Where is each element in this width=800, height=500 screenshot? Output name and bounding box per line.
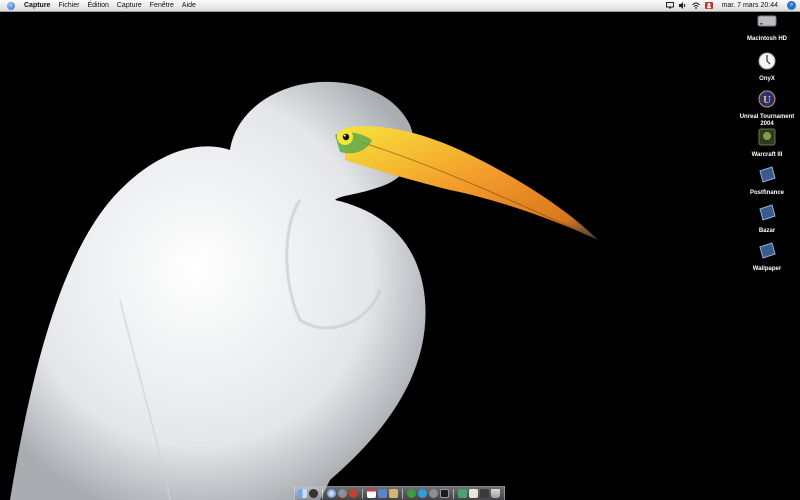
desktop-icon-label: OnyX [759,76,775,82]
unreal-tournament-icon: U [758,90,776,108]
ichat-icon[interactable] [407,489,416,498]
svg-text:U: U [763,94,771,106]
finder-icon[interactable] [298,489,307,498]
airport-icon[interactable] [691,2,700,9]
safari-icon[interactable] [327,489,336,498]
terminal-icon[interactable] [440,489,449,498]
dock-separator [322,488,323,499]
hard-disk-icon [757,15,777,27]
document-icon [759,204,776,221]
activity-monitor-icon[interactable] [480,489,489,498]
display-icon[interactable] [665,2,674,9]
mail-icon[interactable] [349,489,358,498]
dock-separator [453,488,454,499]
menu-bar: Capture Fichier Édition Capture Fenêtre … [0,0,800,12]
dock [294,486,505,500]
desktop-icon-label: Bazar [758,228,776,234]
menu-app-capture[interactable]: Capture [24,0,50,11]
system-preferences-icon[interactable] [429,489,438,498]
desktop-icon-label: Postfinance [749,190,784,196]
desktop-icon-unreal-tournament[interactable]: U Unreal Tournament 2004 [737,90,797,128]
menu-aide[interactable]: Aide [182,0,196,11]
desktop-icon-macintosh-hd[interactable]: Macintosh HD [737,12,797,43]
ical-icon[interactable] [367,489,376,498]
desktop-icon-bazar[interactable]: Bazar [737,204,797,235]
desktop-wallpaper-egret [0,0,800,500]
desktop-icon-postfinance[interactable]: Postfinance [737,166,797,197]
desktop-icon-label: Macintosh HD [746,36,787,42]
menu-capture[interactable]: Capture [117,0,142,11]
desktop-icon-warcraft[interactable]: Warcraft III [737,128,797,159]
desktop-icon-label: Warcraft III [751,152,783,158]
trash-icon[interactable] [491,489,500,498]
dashboard-icon[interactable] [309,489,318,498]
desktop-icon-label: Wallpaper [752,266,782,272]
menu-fenetre[interactable]: Fenêtre [150,0,174,11]
firefox-icon[interactable] [338,489,347,498]
menu-fichier[interactable]: Fichier [58,0,79,11]
skype-icon[interactable] [418,489,427,498]
iphoto-icon[interactable] [389,489,398,498]
desktop-icon-label: Unreal Tournament 2004 [739,114,795,127]
menu-extras: mar. 7 mars 20:44 ⌕ [665,0,796,11]
apple-menu-icon[interactable] [7,1,15,10]
preview-icon[interactable] [458,489,467,498]
desktop-icon-wallpaper[interactable]: Wallpaper [737,242,797,273]
warcraft-icon [758,128,776,146]
document-icon [759,242,776,259]
itunes-icon[interactable] [378,489,387,498]
textedit-icon[interactable] [469,489,478,498]
volume-icon[interactable] [678,2,687,9]
desktop-icon-onyx[interactable]: OnyX [737,52,797,83]
menu-clock[interactable]: mar. 7 mars 20:44 [722,2,778,9]
spotlight-icon[interactable]: ⌕ [787,1,796,10]
dock-separator [362,488,363,499]
menu-edition[interactable]: Édition [87,0,108,11]
user-icon[interactable] [704,2,713,9]
document-icon [759,166,776,183]
onyx-app-icon [758,52,776,70]
dock-separator [402,488,403,499]
